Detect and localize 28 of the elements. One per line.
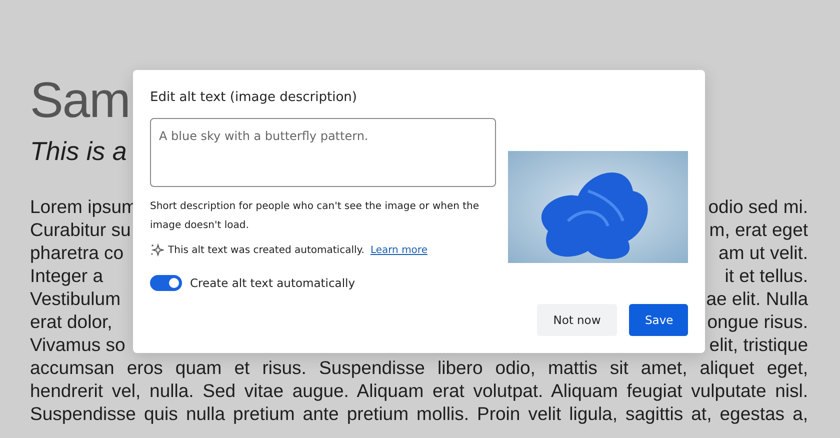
paragraph-line: Suspendisse quis nulla pretium ante pretium mollis. Proin velit ligula, sagittis at, egestas a, xyxy=(30,402,808,425)
sparkle-icon xyxy=(150,243,164,257)
dialog-title: Edit alt text (image description) xyxy=(150,90,358,106)
save-button[interactable]: Save xyxy=(629,304,688,336)
document-subtitle: This is a xyxy=(30,135,127,168)
paragraph-line-fragment: erat dolor, xyxy=(30,310,112,333)
paragraph-line-fragment: elit, tristique xyxy=(709,333,808,356)
help-text: Short description for people who can't see the image or when the image doesn't load. xyxy=(150,200,480,233)
alt-text-field[interactable]: A blue sky with a butterfly pattern. xyxy=(150,118,496,187)
paragraph-line-fragment: Vivamus so xyxy=(30,333,126,356)
paragraph-line-fragment: Vestibulum xyxy=(30,287,120,310)
paragraph-line-fragment: pharetra co xyxy=(30,241,124,264)
paragraph-line-fragment: m, erat eget xyxy=(709,218,808,241)
toggle-switch[interactable] xyxy=(150,275,182,291)
learn-more-link[interactable]: Learn more xyxy=(370,244,428,256)
paragraph-line-fragment: Integer a xyxy=(30,264,104,287)
cancel-button[interactable]: Not now xyxy=(537,304,617,336)
paragraph-line-fragment: am ut velit. xyxy=(718,241,808,264)
paragraph-line-fragment: ae elit. Nulla xyxy=(706,287,808,310)
toggle-label: Create alt text automatically xyxy=(190,276,356,290)
paragraph-line-fragment: ongue risus. xyxy=(707,310,808,333)
paragraph-line-fragment: Curabitur su xyxy=(30,218,131,241)
auto-created-notice: This alt text was created automatically. xyxy=(168,244,364,256)
paragraph-line-fragment: it et tellus. xyxy=(724,264,808,287)
paragraph-line: accumsan eros quam et risus. Suspendisse libero odio, mattis sit amet, aliquet eget, xyxy=(30,356,808,379)
document-title: Sam xyxy=(30,71,130,130)
paragraph-line: hendrerit vel, nulla. Sed vitae augue. Aliquam erat volutpat. Aliquam feugiat vulputate nisl. xyxy=(30,379,808,402)
paragraph-line-fragment: odio sed mi. xyxy=(708,195,808,218)
